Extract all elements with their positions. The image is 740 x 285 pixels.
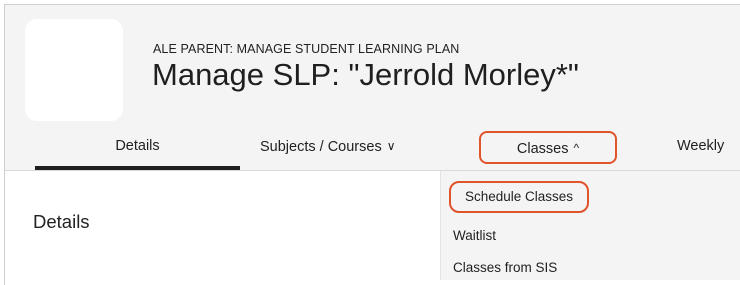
menu-item-waitlist[interactable]: Waitlist (453, 228, 496, 243)
page-title: Manage SLP: "Jerrold Morley*" (152, 57, 579, 92)
tab-details-label: Details (115, 138, 160, 154)
tab-weekly[interactable]: Weekly (677, 129, 724, 170)
chevron-up-icon: ^ (573, 141, 580, 155)
page-subtitle: ALE PARENT: MANAGE STUDENT LEARNING PLAN (153, 42, 460, 56)
tab-classes[interactable]: Classes ^ (479, 131, 617, 164)
tab-details[interactable]: Details (35, 129, 240, 170)
menu-item-classes-from-sis[interactable]: Classes from SIS (453, 260, 557, 275)
active-tab-underline (35, 166, 240, 170)
logo (25, 19, 123, 121)
classes-dropdown-menu: Schedule Classes Waitlist Classes from S… (440, 171, 740, 280)
menu-item-schedule-classes[interactable]: Schedule Classes (449, 181, 589, 213)
tab-subjects-courses[interactable]: Subjects / Courses ∨ (260, 129, 396, 170)
chevron-down-icon: ∨ (386, 139, 396, 153)
page-header: ALE PARENT: MANAGE STUDENT LEARNING PLAN… (5, 5, 740, 129)
tab-weekly-label: Weekly (677, 138, 725, 154)
tab-classes-label: Classes (516, 141, 569, 157)
tab-bar: Details Subjects / Courses ∨ Classes ^ Wee… (5, 129, 740, 171)
tab-subjects-courses-label: Subjects / Courses (260, 139, 382, 155)
section-title: Details (33, 211, 90, 232)
